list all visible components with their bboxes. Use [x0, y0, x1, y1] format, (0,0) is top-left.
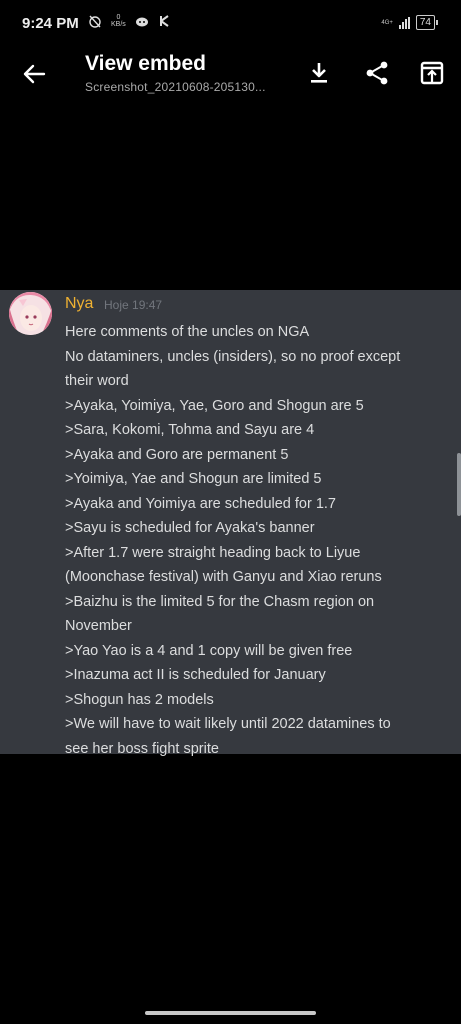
network-type: 4G+: [381, 19, 393, 26]
message-timestamp: Hoje 19:47: [104, 298, 163, 312]
message-line: >Shogun has 2 models: [65, 691, 214, 708]
message-line: >Sayu is scheduled for Ayaka's banner: [65, 520, 315, 536]
app-notification-icon: [159, 15, 169, 27]
message-line: their word: [65, 373, 129, 389]
message-line: >Ayaka, Yoimiya, Yae, Goro and Shogun ar…: [65, 397, 364, 414]
scrollbar: [457, 453, 461, 516]
message-line: >Ayaka and Yoimiya are scheduled for 1.7: [65, 495, 336, 512]
message-line: >After 1.7 were straight heading back to…: [65, 544, 361, 561]
share-icon[interactable]: [364, 60, 390, 86]
download-icon[interactable]: [306, 60, 332, 86]
message-line: >Yao Yao is a 4 and 1 copy will be given…: [65, 642, 353, 659]
message-line: Here comments of the uncles on NGA: [65, 324, 310, 340]
status-time: 9:24 PM: [22, 15, 79, 32]
discord-notification-icon: [135, 17, 148, 27]
message-line: November: [65, 618, 132, 634]
avatar: [9, 292, 52, 335]
embed-image[interactable]: Nya Hoje 19:47 Here comments of the uncl…: [0, 290, 461, 757]
message-body: Here comments of the uncles on NGA No da…: [65, 320, 445, 761]
battery-icon: 74: [415, 15, 439, 30]
status-bar: 9:24 PM 0 KB/s 4G+ 74: [0, 0, 461, 50]
file-name: Screenshot_20210608-205130...: [85, 80, 266, 94]
home-indicator[interactable]: [145, 1011, 316, 1015]
message-line: >Baizhu is the limited 5 for the Chasm r…: [65, 593, 375, 610]
status-right: 4G+ 74: [381, 15, 439, 30]
signal-icon: [398, 16, 410, 29]
message-line: >Yoimiya, Yae and Shogun are limited 5: [65, 471, 322, 487]
status-icons: 0 KB/s: [88, 14, 170, 28]
message-line: >Ayaka and Goro are permanent 5: [65, 446, 289, 463]
net-speed: 0 KB/s: [111, 14, 126, 28]
app-bar: View embed Screenshot_20210608-205130...: [0, 50, 461, 100]
net-speed-unit: KB/s: [111, 21, 126, 28]
message-line: >We will have to wait likely until 2022 …: [65, 716, 391, 732]
message-line: see her boss fight sprite: [65, 740, 219, 757]
message-author: Nya: [65, 295, 94, 312]
alarm-off-icon: [89, 15, 101, 28]
open-in-browser-icon[interactable]: [419, 60, 445, 86]
message-line: (Moonchase festival) with Ganyu and Xiao…: [65, 569, 382, 585]
back-arrow-icon[interactable]: [20, 60, 48, 88]
page-title: View embed: [85, 52, 206, 75]
message-line: No dataminers, uncles (insiders), so no …: [65, 348, 401, 365]
message-line: >Sara, Kokomi, Tohma and Sayu are 4: [65, 422, 315, 438]
message-line: >Inazuma act II is scheduled for January: [65, 667, 326, 683]
net-speed-value: 0: [116, 14, 121, 21]
